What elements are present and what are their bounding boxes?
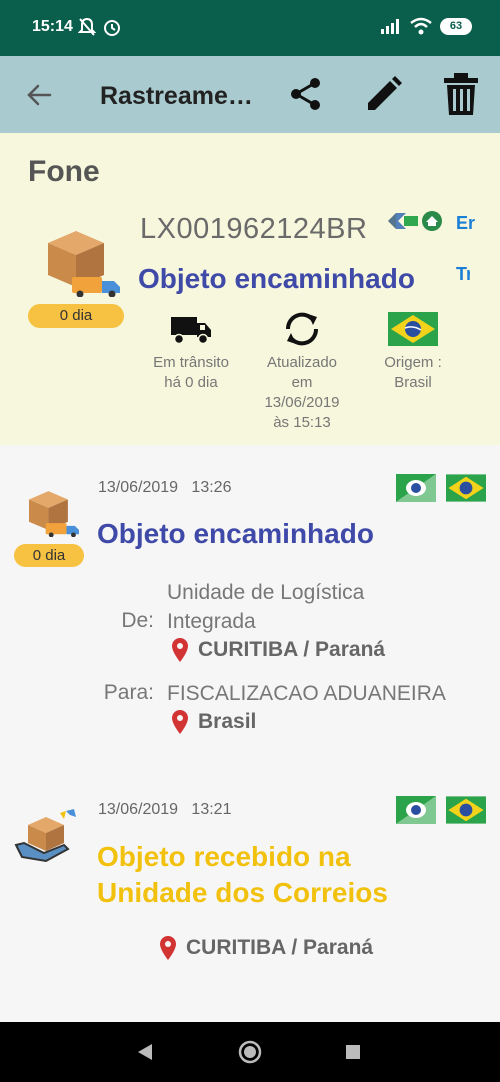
from-line-1: Unidade de Logística	[167, 581, 365, 604]
updated-line-1: Atualizado	[266, 354, 338, 371]
origin-line-2: Brasil	[394, 374, 432, 391]
from-location-text: CURITIBA / Paraná	[198, 638, 386, 661]
event-location: CURITIBA / Paraná	[160, 936, 373, 960]
correios-logo-icon	[388, 211, 442, 231]
from-value: Unidade de Logística Integrada	[167, 578, 364, 636]
side-text-2: Tr	[456, 264, 470, 284]
edit-icon[interactable]	[364, 74, 404, 114]
truck-icon	[171, 317, 211, 345]
location-pin-icon	[160, 936, 176, 960]
event-title: Objeto encaminhado	[97, 518, 374, 549]
event-date: 13/06/2019	[98, 479, 179, 496]
transit-line-2: há 0 dia	[164, 374, 218, 391]
updated-info[interactable]: Atualizado em 13/06/2019 às 15:13	[250, 311, 354, 433]
to-value: FISCALIZACAO ADUANEIRA	[167, 682, 446, 705]
location-pin-icon	[172, 638, 188, 662]
refresh-icon[interactable]	[282, 311, 322, 347]
package-truck-icon	[29, 491, 79, 537]
updated-line-3: 13/06/2019	[264, 394, 340, 411]
nav-back-icon[interactable]	[136, 1042, 154, 1062]
package-truck-icon	[48, 231, 120, 297]
battery-indicator: 63	[440, 17, 472, 35]
event-location-text: CURITIBA / Paraná	[186, 936, 374, 959]
app-bar: Rastreame…	[0, 56, 500, 133]
hand-package-icon	[14, 809, 76, 863]
transit-line-1: Em trânsito	[153, 354, 229, 371]
event-datetime: 13/06/2019 13:21	[98, 801, 231, 819]
agency-flag-icon	[396, 474, 436, 502]
tracking-event[interactable]: 0 dia 13/06/2019 13:26 Objeto encaminhad…	[0, 445, 500, 765]
days-badge: 0 dia	[28, 304, 124, 328]
page-title: Rastreame…	[100, 82, 253, 110]
to-label: Para:	[103, 681, 154, 704]
status-time: 15:14	[32, 18, 73, 35]
event-time: 13:21	[191, 801, 232, 818]
to-location: Brasil	[172, 710, 256, 734]
updated-line-2: em	[291, 374, 313, 391]
side-text-1: Er	[456, 213, 476, 233]
from-line-2: Integrada	[167, 610, 256, 633]
brazil-flag-icon	[446, 474, 486, 502]
event-date: 13/06/2019	[98, 801, 179, 818]
origin-line-1: Origem :	[384, 354, 442, 371]
tracking-event[interactable]: 13/06/2019 13:21 Objeto recebido na Unid…	[0, 765, 500, 1020]
system-nav-bar	[0, 1022, 500, 1082]
event-title: Objeto recebido na Unidade dos Correios	[97, 839, 388, 911]
brazil-flag-icon	[446, 796, 486, 824]
event-datetime: 13/06/2019 13:26	[98, 479, 231, 497]
back-arrow-icon[interactable]	[24, 80, 54, 110]
transit-info: Em trânsito há 0 dia	[140, 311, 242, 393]
origin-info: Origem : Brasil	[368, 311, 458, 393]
from-location: CURITIBA / Paraná	[172, 638, 385, 662]
signal-icon	[381, 19, 399, 34]
location-pin-icon	[172, 710, 188, 734]
event-time: 13:26	[191, 479, 232, 496]
share-icon[interactable]	[286, 74, 326, 114]
wifi-icon	[410, 17, 432, 35]
tracking-code: LX001962124BR	[140, 213, 368, 245]
event-title-line-2: Unidade dos Correios	[97, 877, 388, 908]
notifications-off-icon	[78, 17, 96, 36]
nav-recents-icon[interactable]	[345, 1044, 361, 1060]
status-bar: 15:14 63	[0, 0, 500, 56]
event-title-line-1: Objeto recebido na	[97, 841, 351, 872]
tracking-summary[interactable]: Fone 0 dia LX001962124BR Objeto encaminh…	[0, 133, 500, 445]
brazil-flag-icon	[388, 312, 438, 346]
event-days-badge: 0 dia	[14, 544, 84, 567]
from-label: De:	[121, 609, 154, 632]
tracking-status: Objeto encaminhado	[138, 263, 415, 294]
updated-line-4: às 15:13	[273, 414, 331, 431]
trash-icon[interactable]	[440, 72, 482, 116]
to-location-text: Brasil	[198, 710, 257, 733]
alarm-icon	[104, 20, 120, 36]
item-name: Fone	[28, 155, 100, 188]
nav-home-icon[interactable]	[238, 1040, 262, 1064]
agency-flag-icon	[396, 796, 436, 824]
